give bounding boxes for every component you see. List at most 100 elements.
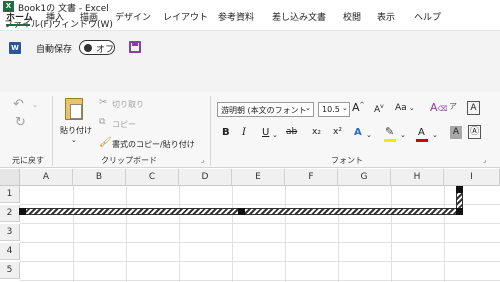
underline-button[interactable]: U [262, 127, 269, 138]
undo-dropdown-icon[interactable]: ⌄ [32, 101, 38, 109]
char-border-icon[interactable]: Ⓐ [468, 125, 481, 139]
bold-button[interactable]: B [222, 127, 230, 138]
column-gridline [338, 186, 339, 282]
column-gridline [73, 186, 74, 282]
phonetic-guide-icon[interactable]: ア [449, 101, 457, 112]
row-gridline [20, 242, 500, 243]
row-header[interactable]: 1 [0, 186, 20, 203]
highlight-color-bar [384, 139, 396, 142]
format-painter-label[interactable]: 書式のコピー/貼り付け [112, 139, 195, 150]
italic-button[interactable]: I [242, 127, 246, 138]
tab-help[interactable]: ヘルプ [414, 10, 441, 23]
clear-formatting-icon[interactable]: A⌫ [430, 101, 447, 114]
row-gridline [20, 223, 500, 224]
tab-insert[interactable]: 挿入 [46, 10, 64, 23]
tab-review[interactable]: 校閲 [343, 10, 361, 23]
tab-design[interactable]: デザイン [115, 10, 151, 23]
paste-dropdown-icon[interactable]: ⌄ [71, 136, 77, 144]
copy-icon[interactable]: ⧉ [99, 117, 105, 127]
column-header[interactable]: D [179, 169, 232, 186]
row-header[interactable]: 4 [0, 243, 20, 260]
font-name-value: 游明朝 (本文のフォント [221, 106, 307, 115]
resize-handle[interactable] [19, 208, 26, 215]
resize-handle[interactable] [456, 208, 463, 215]
paste-button-label[interactable]: 貼り付け [60, 125, 92, 136]
superscript-button[interactable]: x² [333, 127, 342, 137]
ribbon-divider [210, 96, 211, 166]
clipboard-launcher-icon[interactable]: ⌟ [201, 156, 204, 164]
shrink-font-button[interactable]: Av [374, 103, 384, 115]
font-color-bar [416, 139, 428, 142]
column-header[interactable]: I [444, 169, 500, 186]
active-tab-indicator [6, 24, 30, 26]
word-icon: W [9, 42, 21, 54]
highlight-dropdown-icon[interactable]: ⌄ [400, 131, 406, 139]
copy-button-label[interactable]: コピー [112, 119, 136, 130]
row-header[interactable]: 5 [0, 262, 20, 279]
font-group-label: フォント [331, 156, 363, 165]
undo-group-label: 元に戻す [12, 156, 44, 165]
tab-draw[interactable]: 描画 [80, 10, 98, 23]
font-name-combobox[interactable]: 游明朝 (本文のフォント ⌄ [217, 102, 314, 117]
font-color-dropdown-icon[interactable]: ⌄ [432, 131, 438, 139]
font-launcher-icon[interactable]: ⌟ [483, 156, 486, 164]
chevron-down-icon: ⌄ [305, 104, 311, 112]
ribbon-divider [52, 96, 53, 166]
column-header[interactable]: E [232, 169, 285, 186]
column-gridline [126, 186, 127, 282]
tab-references[interactable]: 参考資料 [218, 10, 254, 23]
row-header[interactable]: 2 [0, 205, 20, 222]
column-gridline [232, 186, 233, 282]
underline-dropdown-icon[interactable]: ⌄ [272, 131, 278, 139]
autosave-label: 自動保存 [36, 45, 73, 55]
font-color-button[interactable]: A [418, 127, 425, 138]
grow-font-icon: A [352, 101, 360, 114]
column-header[interactable]: G [338, 169, 391, 186]
column-header[interactable]: F [285, 169, 338, 186]
strikethrough-button[interactable]: ab [286, 127, 297, 137]
chevron-down-icon: ⌄ [342, 104, 348, 112]
cut-icon[interactable]: ✂ [99, 97, 107, 108]
text-effects-dropdown-icon[interactable]: ⌄ [366, 131, 372, 139]
text-effects-button[interactable]: A [354, 127, 362, 138]
column-header[interactable]: H [391, 169, 444, 186]
autosave-toggle[interactable]: オフ [79, 40, 115, 55]
paste-icon[interactable] [65, 98, 83, 120]
resize-handle[interactable] [456, 186, 463, 193]
column-header[interactable]: A [20, 169, 73, 186]
column-gridline [179, 186, 180, 282]
change-case-label: Aa [395, 103, 407, 113]
highlight-icon[interactable]: ✎ [385, 125, 394, 138]
cut-button-label[interactable]: 切り取り [112, 99, 144, 110]
ribbon-tabs [0, 64, 500, 92]
format-painter-icon[interactable]: 🖌 [99, 137, 112, 148]
tab-view[interactable]: 表示 [377, 10, 395, 23]
clipboard-group-label: クリップボード [101, 156, 157, 165]
font-size-value: 10.5 [322, 105, 340, 114]
row-gridline [20, 280, 500, 281]
char-shading-button[interactable]: A [450, 126, 462, 139]
toggle-knob [84, 44, 92, 52]
quick-access-toolbar [0, 30, 500, 64]
select-all-corner[interactable] [0, 169, 20, 186]
subscript-button[interactable]: x₂ [312, 127, 321, 137]
grow-font-button[interactable]: A^ [352, 101, 365, 114]
enclose-char-icon[interactable]: A [467, 101, 480, 115]
column-gridline [444, 186, 445, 282]
redo-icon[interactable]: ↻ [15, 115, 26, 130]
tab-home[interactable]: ホーム [6, 10, 33, 23]
column-gridline [391, 186, 392, 282]
font-size-combobox[interactable]: 10.5 ⌄ [318, 102, 350, 117]
column-header[interactable]: B [73, 169, 126, 186]
column-header[interactable]: C [126, 169, 179, 186]
change-case-button[interactable]: Aa ⌄ [395, 103, 415, 113]
row-gridline [20, 204, 500, 205]
row-gridline [20, 261, 500, 262]
tab-mailings[interactable]: 差し込み文書 [272, 10, 326, 23]
row-header[interactable]: 3 [0, 224, 20, 241]
resize-handle[interactable] [238, 208, 245, 215]
tab-layout[interactable]: レイアウト [163, 10, 208, 23]
save-icon[interactable] [129, 41, 141, 53]
undo-icon[interactable]: ↶ [13, 97, 24, 112]
toggle-state: オフ [96, 45, 115, 55]
